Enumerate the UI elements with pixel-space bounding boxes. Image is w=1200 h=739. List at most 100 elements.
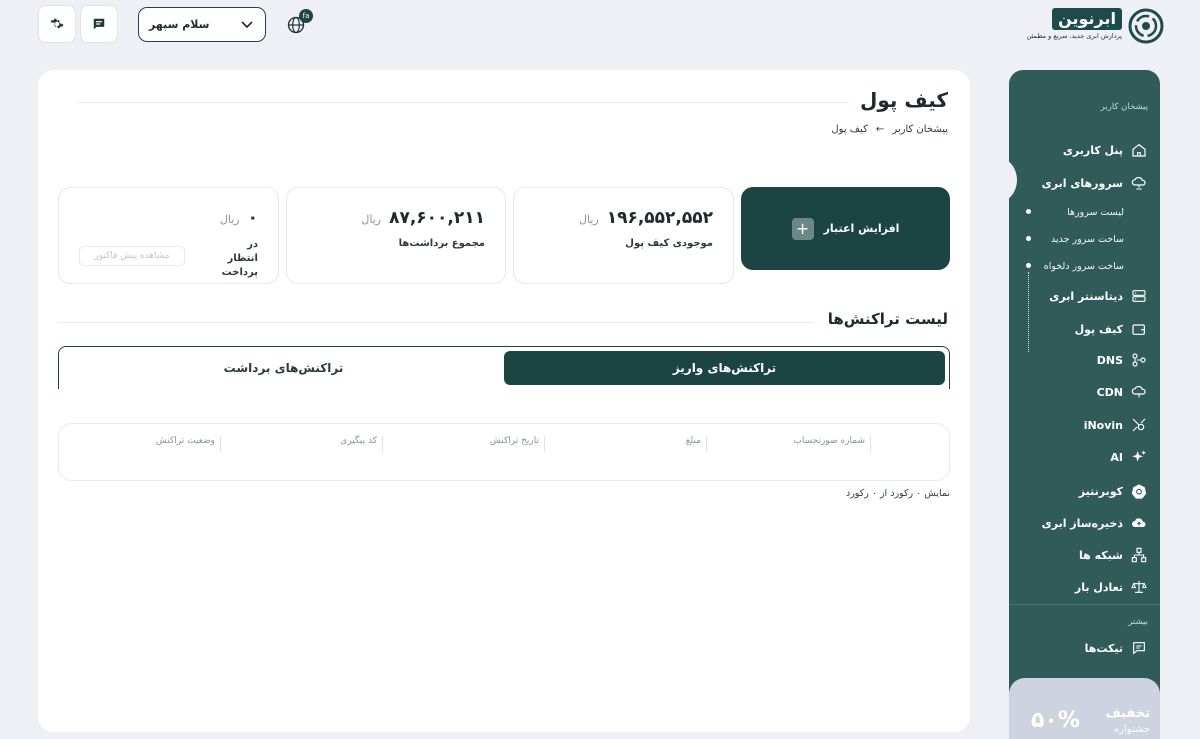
promo-percent: ۵۰% [1031,708,1080,733]
sidebar-item-ai[interactable]: AI [1023,444,1148,470]
records-summary: نمایش ۰ رکورد از ۰ رکورد [845,488,950,499]
sidebar-item-label: شبکه ها [1079,548,1123,562]
stat-card-balance: ۱۹۶,۵۵۲,۵۵۲ ریال موجودی کیف پول [513,187,734,284]
stat-currency: ریال [219,213,240,226]
sidebar-item-label: DNS [1096,353,1123,367]
column-header-tracking[interactable]: کد پیگیری [340,436,383,452]
gear-icon [50,18,64,29]
transactions-title: لیست تراکنش‌ها [827,310,948,328]
stat-amount: ۸۷,۶۰۰,۲۱۱ [389,208,485,228]
sidebar-divider [1009,604,1160,605]
add-credit-button[interactable]: افزایش اعتبار + [741,187,950,270]
sidebar-item-kubernetes[interactable]: کوبرنتیز [1023,478,1148,504]
sidebar-item-label: تیکت‌ها [1084,641,1123,655]
transaction-tabs: تراکنش‌های واریز تراکنش‌های برداشت [58,346,950,389]
column-header-invoice[interactable]: شماره صورتحساب [793,436,871,452]
sidebar-active-notch [1009,158,1017,202]
sidebar-item-label: iNovin [1083,418,1123,432]
stat-amount: ۱۹۶,۵۵۲,۵۵۲ [606,208,713,228]
stat-caption: مجموع برداشت‌ها [398,238,485,249]
sidebar-item-label: تعادل بار [1074,580,1123,594]
plus-icon: + [791,217,814,240]
promo-banner[interactable]: تخفیف جشنواره ۵۰% [1009,678,1160,739]
submenu-new-server[interactable]: ساخت سرور جدید [1051,229,1124,249]
title-divider [78,102,848,103]
column-header-amount[interactable]: مبلغ [686,436,707,452]
sidebar-caption: پیشخان کاربر [1100,102,1148,112]
kubernetes-icon [1130,482,1148,500]
submenu-dot [1026,236,1031,241]
main-panel: کیف پول پیشخان کاربر ← کیف پول افزایش اع… [38,70,970,732]
tab-deposits[interactable]: تراکنش‌های واریز [504,351,945,385]
messages-button[interactable] [80,5,118,43]
sidebar-item-label: کوبرنتیز [1078,484,1123,498]
submenu-server-list[interactable]: لیست سرورها [1067,202,1124,222]
home-icon [1130,141,1148,159]
view-proforma-button[interactable]: مشاهده پیش فاکتور [79,246,185,266]
page-title: کیف پول [860,88,948,112]
language-switcher[interactable]: fa [286,9,314,38]
breadcrumb-current: کیف پول [831,124,868,135]
language-badge: fa [299,9,313,23]
sidebar-item-dns[interactable]: DNS [1023,347,1148,373]
sidebar-item-cloud-servers[interactable]: سرورهای ابری [1023,170,1148,196]
sidebar-item-label: ذخیره‌ساز ابری [1041,516,1123,530]
sidebar-item-inovin[interactable]: iNovin [1023,412,1148,438]
sidebar-item-label: کیف پول [1074,322,1123,336]
sidebar-item-load-balancer[interactable]: تعادل بار [1023,574,1148,600]
column-header-date[interactable]: تاریخ تراکنش [490,436,545,452]
sidebar-item-label: CDN [1096,385,1123,399]
user-menu-select[interactable]: سلام سپهر [138,7,266,42]
logo-wordmark: ابرنوین [1052,8,1122,30]
balance-icon [1130,578,1148,596]
dns-icon [1130,351,1148,369]
sidebar-item-label: دیتاسنتر ابری [1049,289,1123,303]
sidebar-item-datacenter[interactable]: دیتاسنتر ابری [1023,283,1148,309]
logo-tagline: پردازش ابری جدید، سریع و مطمئن [1026,32,1122,40]
stat-card-pending: ۰ ریال در انتظار پرداخت مشاهده پیش فاکتو… [58,187,279,284]
column-header-status[interactable]: وضعیت تراکنش [156,436,221,452]
sidebar-item-wallet[interactable]: کیف پول [1023,316,1148,342]
sidebar-item-label: سرورهای ابری [1041,176,1123,190]
promo-title: تخفیف [1105,706,1150,721]
breadcrumb: پیشخان کاربر ← کیف پول [831,124,948,135]
inovin-icon [1130,416,1148,434]
cdn-icon [1130,383,1148,401]
section-divider [58,322,813,323]
wallet-icon [1130,320,1148,338]
breadcrumb-root[interactable]: پیشخان کاربر [892,124,948,135]
cloud-upload-icon [1130,514,1148,532]
stat-caption: در انتظار پرداخت [221,239,258,278]
submenu-dot [1026,263,1031,268]
ticket-icon [1130,639,1148,657]
sidebar-item-dashboard[interactable]: پنل کاربری [1023,137,1148,163]
stat-caption: موجودی کیف پول [625,238,713,249]
sidebar-item-cdn[interactable]: CDN [1023,379,1148,405]
network-icon [1130,546,1148,564]
chevron-down-icon [241,20,253,28]
sidebar-caption-more: بیشتر [1128,617,1148,627]
sidebar-item-cloud-storage[interactable]: ذخیره‌ساز ابری [1023,510,1148,536]
arrow-left-icon: ← [875,124,885,135]
server-icon [1130,287,1148,305]
brand-logo[interactable]: ابرنوین پردازش ابری جدید، سریع و مطمئن [1026,6,1164,44]
cloud-network-icon [1130,174,1148,192]
sidebar-item-networks[interactable]: شبکه ها [1023,542,1148,568]
tab-withdrawals[interactable]: تراکنش‌های برداشت [63,351,504,385]
add-credit-label: افزایش اعتبار [823,222,900,235]
sidebar-item-label: پنل کاربری [1062,143,1123,157]
settings-button[interactable] [38,5,76,43]
submenu-custom-server[interactable]: ساخت سرور دلخواه [1044,256,1124,276]
logo-mark-icon [1128,8,1164,44]
submenu-dot [1026,209,1031,214]
sidebar-item-label: AI [1110,450,1123,464]
stat-card-withdrawals: ۸۷,۶۰۰,۲۱۱ ریال مجموع برداشت‌ها [286,187,506,284]
sidebar: پیشخان کاربر پنل کاربری سرورهای ابری لیس… [1009,70,1160,739]
transactions-table-header: شماره صورتحساب مبلغ تاریخ تراکنش کد پیگی… [58,423,950,481]
sidebar-item-tickets[interactable]: تیکت‌ها [1023,635,1148,661]
promo-subtitle: جشنواره [1113,724,1150,735]
stat-amount: ۰ [247,208,258,228]
chat-icon [93,18,105,30]
sparkle-icon [1130,448,1148,466]
stat-currency: ریال [578,213,599,226]
